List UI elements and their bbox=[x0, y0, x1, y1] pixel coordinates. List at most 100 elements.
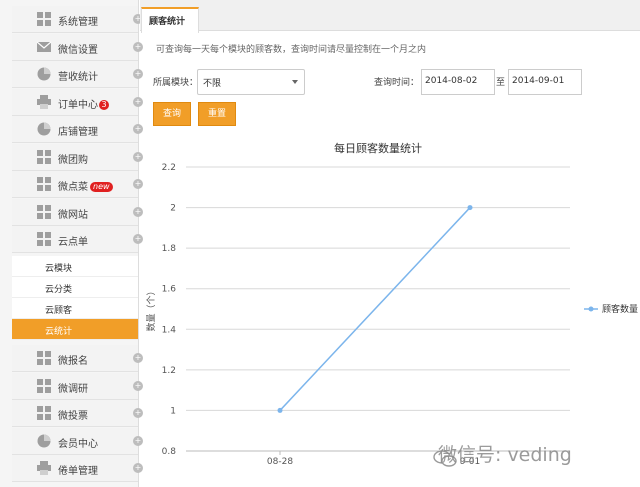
hint-text: 可查询每一天每个模块的顾客数，查询时间请尽量控制在一个月之内 bbox=[156, 45, 427, 55]
envelope-icon bbox=[37, 41, 51, 52]
sidebar-item-text: 微信设置 bbox=[58, 44, 98, 56]
sidebar-item-text: 微投票 bbox=[58, 411, 88, 422]
new-badge: new bbox=[90, 182, 113, 192]
sidebar-subitem-label: 云分类 bbox=[45, 285, 73, 295]
module-select-value: 不限 bbox=[203, 79, 222, 89]
reset-button[interactable]: 重置 bbox=[198, 102, 236, 126]
date-from-input[interactable]: 2014-08-02 bbox=[421, 69, 495, 95]
sidebar-item-label: 微点菜 new bbox=[58, 178, 113, 193]
sidebar-item[interactable]: 云点单 + bbox=[12, 226, 143, 253]
sidebar-subitem[interactable]: 云顾客 bbox=[12, 298, 138, 319]
grid-icon bbox=[37, 149, 51, 164]
sidebar-item-label: 订单中心 3 bbox=[58, 96, 109, 111]
grid-icon bbox=[37, 406, 51, 420]
sidebar-subitem-label: 云顾客 bbox=[45, 306, 73, 316]
y-tick-label: 1.8 bbox=[162, 244, 177, 254]
tab-label: 顾客统计 bbox=[149, 17, 186, 27]
y-tick-label: 1 bbox=[170, 406, 176, 416]
date-to-input[interactable]: 2014-09-01 bbox=[508, 69, 582, 95]
series-line bbox=[279, 207, 471, 411]
sidebar-item-label: 店铺管理 bbox=[58, 123, 98, 138]
sidebar-item[interactable]: 倦单管理 + bbox=[12, 455, 143, 482]
chart-title: 每日顾客数量统计 bbox=[334, 141, 422, 155]
y-tick-label: 0.8 bbox=[162, 447, 177, 457]
legend-marker bbox=[588, 306, 594, 312]
pie-icon bbox=[37, 122, 51, 136]
sidebar-item[interactable]: 订单中心 3 + bbox=[12, 88, 143, 116]
module-select[interactable]: 不限 bbox=[197, 69, 305, 95]
printer-icon bbox=[37, 94, 51, 109]
sidebar-item-text: 云点单 bbox=[58, 237, 88, 248]
module-label: 所属模块： bbox=[153, 78, 199, 88]
sidebar-item[interactable]: 营收统计 + bbox=[12, 61, 143, 88]
date-to-value: 2014-09-01 bbox=[512, 76, 565, 86]
sidebar-item[interactable]: 微点菜 new + bbox=[12, 171, 143, 198]
grid-icon bbox=[37, 378, 51, 393]
sidebar-item-text: 微团购 bbox=[58, 154, 88, 166]
sidebar-item-text: 营收统计 bbox=[58, 72, 98, 83]
expand-icon[interactable]: + bbox=[133, 41, 143, 52]
expand-icon[interactable]: + bbox=[133, 69, 143, 79]
sidebar-item-label: 倦单管理 bbox=[58, 462, 98, 477]
sidebar-item-label: 微团购 bbox=[58, 151, 88, 166]
legend-label: 顾客数量 bbox=[602, 303, 638, 315]
sidebar-item-text: 倦单管理 bbox=[58, 466, 98, 477]
expand-icon[interactable]: + bbox=[133, 124, 143, 134]
customer-line-chart: 每日顾客数量统计0.811.21.41.61.822.2数量（个）08-28 9-… bbox=[145, 141, 638, 467]
count-badge: 3 bbox=[99, 99, 109, 110]
sidebar-item-label: 会员中心 bbox=[58, 435, 98, 450]
chevron-down-icon bbox=[292, 80, 298, 84]
watermark-text: 微信号: veding bbox=[438, 444, 572, 466]
sidebar-item-text: 系统管理 bbox=[58, 17, 98, 28]
sidebar-subitem[interactable]: 云统计 bbox=[12, 319, 138, 340]
sidebar-item-text: 微网站 bbox=[58, 209, 88, 221]
grid-icon bbox=[37, 177, 51, 191]
sidebar-item-text: 会员中心 bbox=[58, 438, 98, 450]
sidebar-item[interactable]: 微网站 + bbox=[12, 198, 143, 226]
query-button[interactable]: 查询 bbox=[153, 102, 191, 126]
grid-icon bbox=[37, 351, 51, 365]
y-tick-label: 1.6 bbox=[162, 285, 177, 295]
date-from-value: 2014-08-02 bbox=[425, 76, 478, 86]
sidebar-item-text: 微报名 bbox=[58, 356, 88, 367]
sidebar-item-label: 系统管理 bbox=[58, 13, 98, 28]
sidebar-subitem-label: 云模块 bbox=[45, 264, 73, 274]
sidebar-subitem[interactable]: 云分类 bbox=[12, 277, 138, 298]
sidebar-item-label: 微信设置 bbox=[58, 41, 98, 56]
sidebar-item-text: 店铺管理 bbox=[58, 127, 98, 138]
y-tick-label: 2 bbox=[170, 204, 176, 214]
grid-icon bbox=[37, 204, 51, 219]
y-tick-label: 1.2 bbox=[162, 366, 176, 376]
sidebar-item[interactable]: 微团购 + bbox=[12, 143, 143, 171]
y-tick-label: 1.4 bbox=[162, 325, 177, 335]
data-point bbox=[277, 407, 283, 413]
sidebar-item-label: 微调研 bbox=[58, 380, 88, 395]
sidebar-item[interactable]: 微调研 + bbox=[12, 372, 143, 400]
tab-customer-stats[interactable]: 顾客统计 bbox=[141, 7, 199, 33]
sidebar-subitem[interactable]: 云模块 bbox=[12, 256, 138, 277]
expand-icon[interactable]: + bbox=[133, 96, 143, 107]
sidebar-item[interactable]: 微信设置 + bbox=[12, 33, 143, 61]
pie-icon bbox=[37, 434, 51, 447]
grid-icon bbox=[37, 12, 51, 26]
sidebar-item-text: 微点菜 bbox=[58, 182, 88, 193]
sidebar-item-text: 微调研 bbox=[58, 383, 88, 395]
sidebar-item-label: 微投票 bbox=[58, 407, 88, 422]
sidebar-item-text: 订单中心 bbox=[58, 99, 98, 111]
sidebar-item-label: 云点单 bbox=[58, 233, 88, 248]
sidebar-item-label: 微报名 bbox=[58, 352, 88, 367]
query-time-label: 查询时间： bbox=[374, 78, 420, 88]
printer-icon bbox=[37, 461, 51, 475]
tab-bar bbox=[140, 0, 640, 31]
sidebar-item[interactable]: 微报名 + bbox=[12, 345, 143, 372]
sidebar-item[interactable]: 微投票 + bbox=[12, 400, 143, 427]
sidebar-item[interactable]: 系统管理 + bbox=[12, 6, 143, 33]
sidebar: 系统管理 + 微信设置 + 营收统计 + 订单中心 3 + 店铺管理 + 微团购 + 微点菜 new + 微网站… bbox=[0, 0, 143, 487]
sidebar-subitem-label: 云统计 bbox=[45, 327, 73, 337]
pie-icon bbox=[37, 67, 51, 81]
sidebar-item[interactable]: 店铺管理 + bbox=[12, 116, 143, 143]
sidebar-item[interactable]: 会员中心 + bbox=[12, 427, 143, 455]
date-to-label: 至 bbox=[496, 78, 506, 88]
sidebar-item-label: 营收统计 bbox=[58, 68, 98, 83]
grid-icon bbox=[37, 232, 51, 246]
